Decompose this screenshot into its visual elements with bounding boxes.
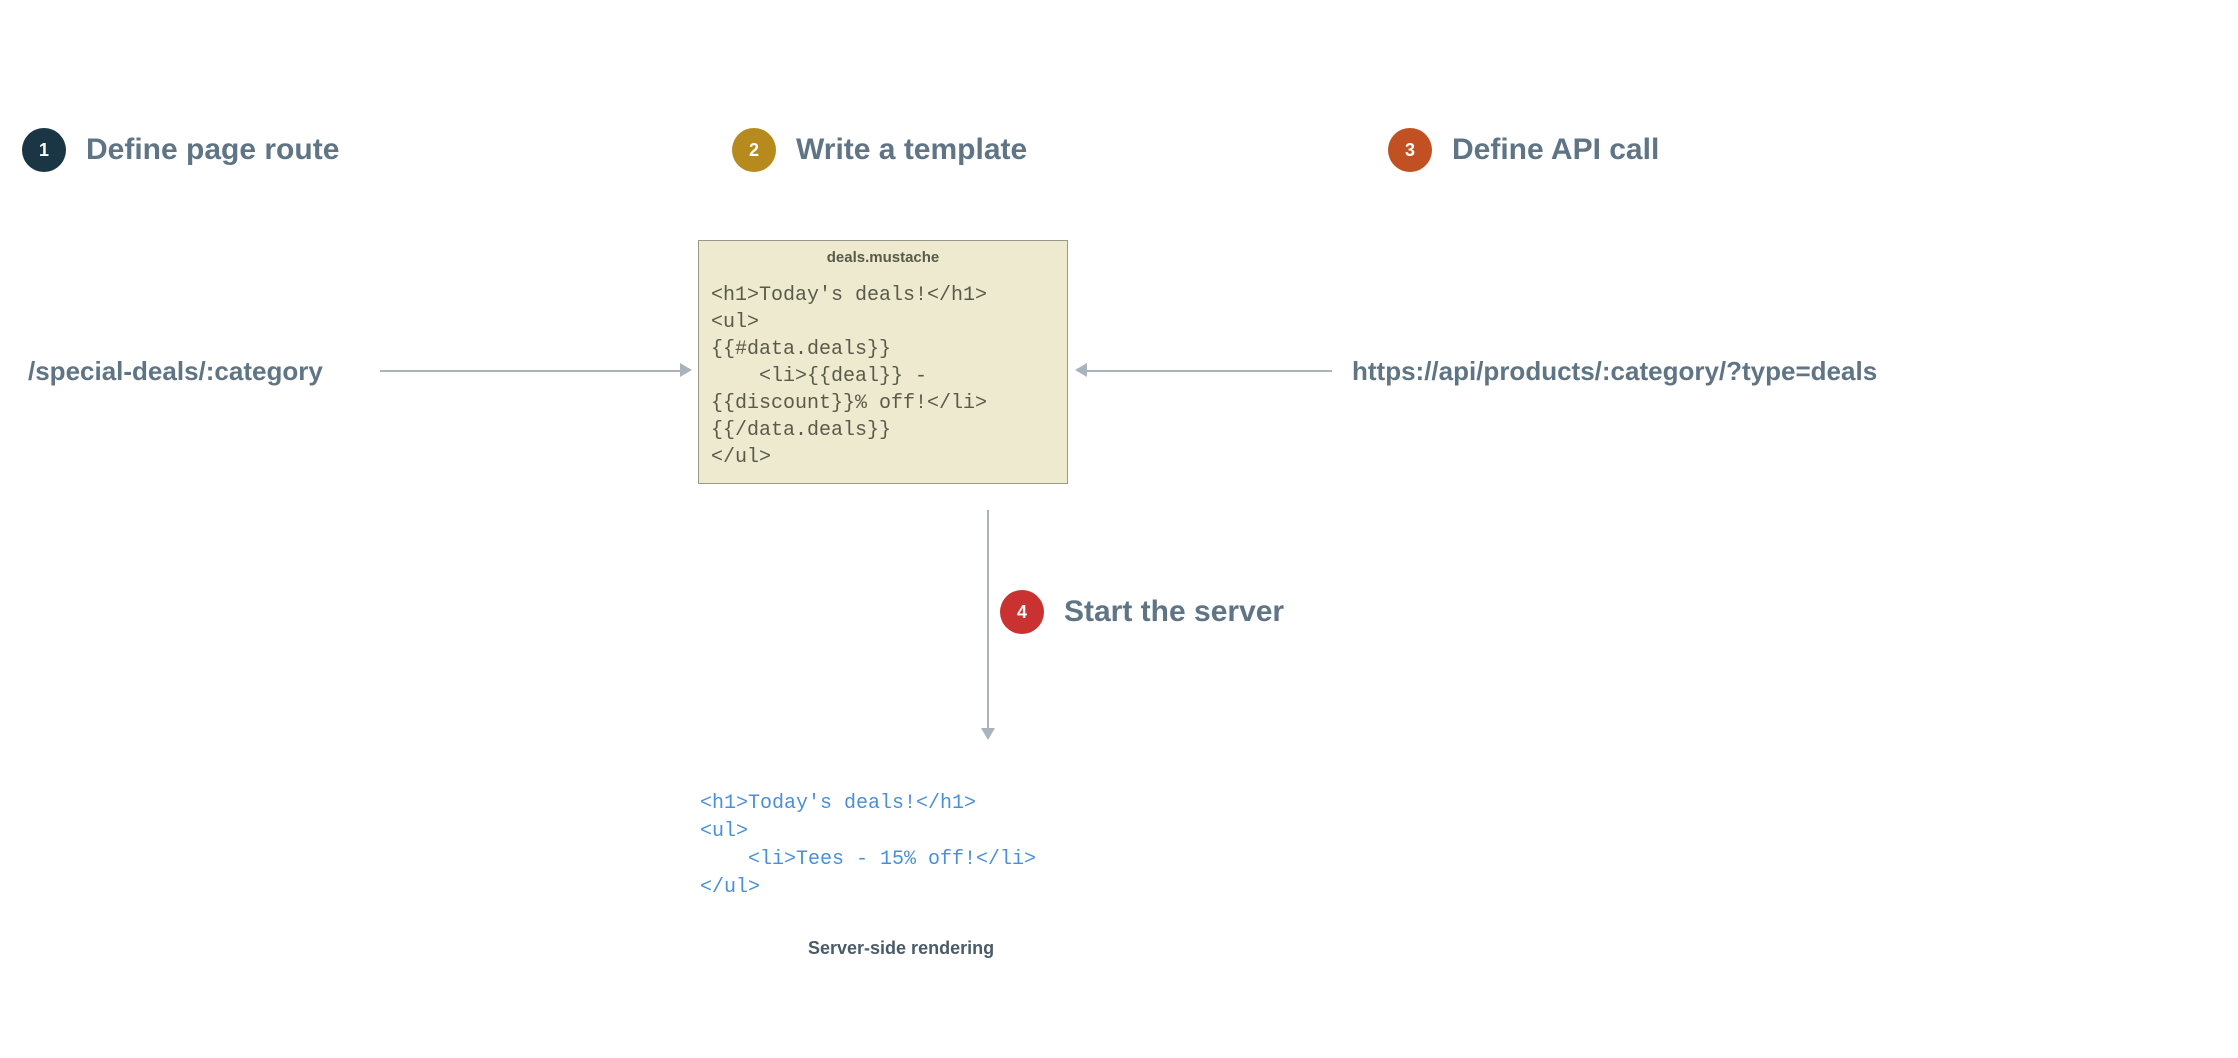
arrow-right-line <box>1087 370 1332 372</box>
step-1-header: 1 Define page route <box>22 128 339 172</box>
arrow-left-head-icon <box>680 363 692 377</box>
template-code: <h1>Today's deals!</h1> <ul> {{#data.dea… <box>699 274 1067 483</box>
step-4-header: 4 Start the server <box>1000 590 1284 634</box>
step-3-title: Define API call <box>1452 133 1659 167</box>
step-1-title: Define page route <box>86 133 339 167</box>
arrow-right-head-icon <box>1075 363 1087 377</box>
template-filename: deals.mustache <box>699 241 1067 274</box>
step-2-header: 2 Write a template <box>732 128 1027 172</box>
arrow-down-line <box>987 510 989 730</box>
arrow-left-line <box>380 370 680 372</box>
step-3-number: 3 <box>1405 140 1415 161</box>
step-3-header: 3 Define API call <box>1388 128 1659 172</box>
step-1-badge: 1 <box>22 128 66 172</box>
step-4-number: 4 <box>1017 602 1027 623</box>
step-4-badge: 4 <box>1000 590 1044 634</box>
output-code: <h1>Today's deals!</h1> <ul> <li>Tees - … <box>700 790 1036 902</box>
step-4-title: Start the server <box>1064 595 1284 629</box>
step-2-title: Write a template <box>796 133 1027 167</box>
api-url-text: https://api/products/:category/?type=dea… <box>1352 356 1877 387</box>
step-3-badge: 3 <box>1388 128 1432 172</box>
template-box: deals.mustache <h1>Today's deals!</h1> <… <box>698 240 1068 484</box>
step-2-number: 2 <box>749 140 759 161</box>
step-1-number: 1 <box>39 140 49 161</box>
step-2-badge: 2 <box>732 128 776 172</box>
caption: Server-side rendering <box>808 938 994 959</box>
route-text: /special-deals/:category <box>28 356 323 387</box>
arrow-down-head-icon <box>981 728 995 740</box>
